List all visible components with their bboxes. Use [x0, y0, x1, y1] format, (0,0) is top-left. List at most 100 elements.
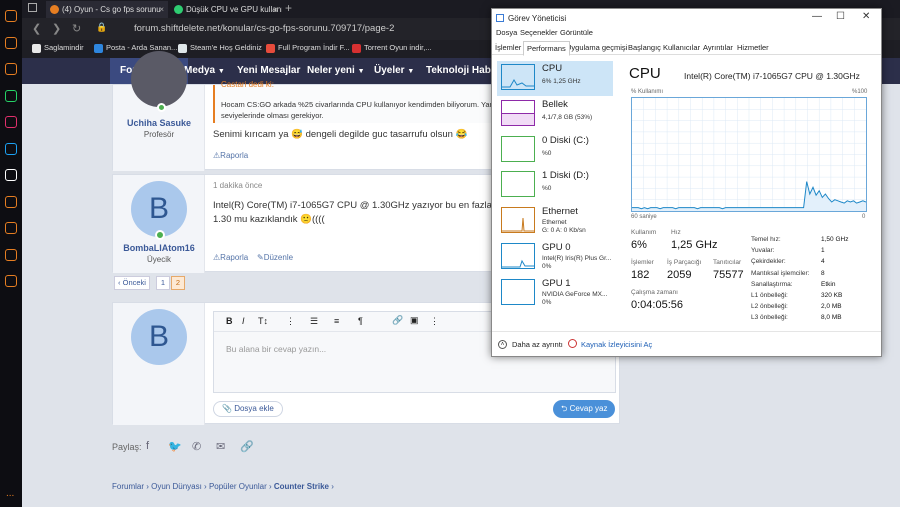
breadcrumb-item[interactable]: Forumlar	[112, 482, 144, 491]
more-format-icon[interactable]: ⋮	[286, 316, 295, 327]
tab-performans[interactable]: Performans	[523, 41, 570, 56]
spec-label: Sanallaştırma:	[751, 280, 793, 288]
tab-baslangic[interactable]: Başlangıç	[628, 43, 661, 52]
resource-memory[interactable]: Bellek 4,1/7,8 GB (53%)	[497, 97, 613, 132]
page-link[interactable]: 1	[156, 276, 170, 290]
resource-gpu1[interactable]: GPU 1 NVIDIA GeForce MX... 0%	[497, 276, 613, 311]
stat-speed-value: 1,25 GHz	[671, 239, 718, 251]
tab-list-icon[interactable]	[28, 3, 37, 12]
post-username[interactable]: Uchiha Sasuke	[113, 118, 205, 128]
instagram-icon[interactable]	[5, 116, 17, 128]
tab-ayrintilar[interactable]: Ayrıntılar	[703, 43, 733, 52]
nav-medya[interactable]: Medya ▼	[184, 58, 225, 84]
home-icon[interactable]	[5, 10, 17, 22]
close-button[interactable]: ✕	[862, 11, 870, 22]
resource-disk-d[interactable]: 1 Diski (D:) %0	[497, 168, 613, 203]
tab-uygulama-gecmisi[interactable]: Uygulama geçmişi	[566, 43, 627, 52]
post-user-role: Üyecik	[146, 255, 171, 264]
spec-value: 4	[821, 258, 825, 266]
nav-uyeler[interactable]: Üyeler ▼	[374, 58, 414, 84]
discord-icon[interactable]	[5, 169, 17, 181]
attach-button[interactable]: 📎 Dosya ekle	[213, 401, 283, 417]
stat-threads-label: İş Parçacığı	[667, 259, 702, 266]
tab-islemler[interactable]: İşlemler	[495, 43, 521, 52]
facebook-icon[interactable]: f	[146, 440, 149, 452]
collapse-icon[interactable]: ˄	[498, 340, 507, 349]
avatar[interactable]	[131, 51, 187, 107]
email-icon[interactable]: ✉	[216, 440, 225, 453]
list-icon[interactable]: ☰	[310, 316, 318, 327]
whatsapp-icon[interactable]	[5, 89, 17, 102]
whatsapp-icon[interactable]: ✆	[192, 440, 201, 453]
minimize-button[interactable]: —	[812, 11, 822, 22]
bookmark-item[interactable]: Torrent Oyun indir,...	[352, 43, 432, 53]
twitter-icon[interactable]: 🐦	[168, 440, 182, 453]
breadcrumb-item[interactable]: Popüler Oyunlar	[209, 482, 267, 491]
cpu-model: Intel(R) Core(TM) i7-1065G7 CPU @ 1.30GH…	[684, 71, 860, 81]
twitch-icon[interactable]	[5, 63, 17, 75]
post-time[interactable]: 1 dakika önce	[213, 181, 262, 190]
paragraph-icon[interactable]: ¶	[358, 316, 363, 326]
avatar: B	[131, 309, 187, 365]
maximize-button[interactable]: ☐	[836, 11, 845, 22]
tab-close-icon[interactable]: ×	[273, 1, 278, 18]
pagination-prev[interactable]: ‹ Önceki	[114, 276, 150, 290]
twitter-icon[interactable]	[5, 142, 17, 155]
bookmark-item[interactable]: Steam'e Hoş Geldiniz	[178, 43, 262, 53]
link-icon[interactable]: 🔗	[392, 315, 403, 326]
report-link[interactable]: ⚠Raporla	[213, 151, 248, 160]
new-tab-button[interactable]: +	[285, 1, 292, 15]
gpu0-thumbnail	[501, 243, 535, 269]
back-icon[interactable]: ❮	[32, 22, 41, 35]
reload-icon[interactable]: ↻	[72, 22, 81, 35]
usage-max: %100	[852, 89, 868, 95]
tab-inactive[interactable]: Düşük CPU ve GPU kullanımı ×	[170, 1, 282, 18]
box-icon[interactable]	[5, 248, 17, 261]
bookmark-item[interactable]: Full Program İndir F...	[266, 43, 350, 53]
align-icon[interactable]: ≡	[334, 316, 339, 326]
image-icon[interactable]: ▣	[410, 315, 419, 326]
report-link[interactable]: ⚠Raporla	[213, 253, 248, 262]
cpu-heading: CPU	[629, 65, 661, 82]
nav-neler-yeni[interactable]: Neler yeni ▼	[307, 58, 365, 84]
download-icon[interactable]	[5, 222, 17, 234]
tab-hizmetler[interactable]: Hizmetler	[737, 43, 769, 52]
edit-link[interactable]: ✎Düzenle	[257, 253, 293, 262]
stat-threads-value: 2059	[667, 269, 692, 281]
bookmark-item[interactable]: Saglamindir	[32, 43, 84, 53]
more-insert-icon[interactable]: ⋮	[430, 316, 439, 327]
resource-cpu[interactable]: CPU 6% 1,25 GHz	[497, 61, 613, 96]
menu-secenekler[interactable]: Seçenekler	[520, 28, 558, 37]
tab-kullanicilar[interactable]: Kullanıcılar	[663, 43, 700, 52]
link-share-icon[interactable]: 🔗	[240, 440, 254, 453]
menu-dosya[interactable]: Dosya	[496, 28, 517, 37]
clock-icon[interactable]	[5, 195, 17, 208]
breadcrumb-item[interactable]: Counter Strike	[274, 482, 329, 491]
forward-icon[interactable]: ❯	[52, 22, 61, 35]
quote-header[interactable]: Castari dedi ki:	[221, 80, 274, 89]
avatar[interactable]: B	[131, 181, 187, 237]
italic-icon[interactable]: I	[242, 316, 245, 326]
tab-active[interactable]: (4) Oyun - Cs go fps sorunu ×	[46, 1, 168, 18]
resource-gpu0[interactable]: GPU 0 Intel(R) Iris(R) Plus Gr... 0%	[497, 240, 613, 275]
text-size-icon[interactable]: T↕	[258, 316, 268, 326]
submit-reply-button[interactable]: ⮌ Cevap yaz	[553, 400, 616, 418]
spec-value: Etkin	[821, 280, 836, 288]
spec-value: 8	[821, 269, 825, 277]
messenger-icon[interactable]	[5, 36, 17, 49]
breadcrumb-item[interactable]: Oyun Dünyası	[151, 482, 202, 491]
post-username[interactable]: BombaLIAtom16	[113, 243, 205, 253]
page-current[interactable]: 2	[171, 276, 185, 290]
sidebar-more-icon[interactable]: ...	[6, 488, 14, 499]
bold-icon[interactable]: B	[226, 316, 233, 326]
resource-ethernet[interactable]: Ethernet Ethernet G: 0 A: 0 Kb/sn	[497, 204, 613, 239]
fewer-details-link[interactable]: Daha az ayrıntı	[512, 340, 563, 349]
resource-disk-c[interactable]: 0 Diski (C:) %0	[497, 133, 613, 168]
settings-icon[interactable]	[5, 275, 17, 287]
tab-close-icon[interactable]: ×	[159, 1, 164, 18]
online-indicator-icon	[155, 230, 165, 240]
open-resource-monitor-link[interactable]: Kaynak İzleyicisini Aç	[581, 340, 652, 349]
url-field[interactable]: forum.shiftdelete.net/konular/cs-go-fps-…	[134, 23, 394, 34]
menu-goruntule[interactable]: Görüntüle	[560, 28, 593, 37]
spec-value: 1,50 GHz	[821, 236, 849, 243]
